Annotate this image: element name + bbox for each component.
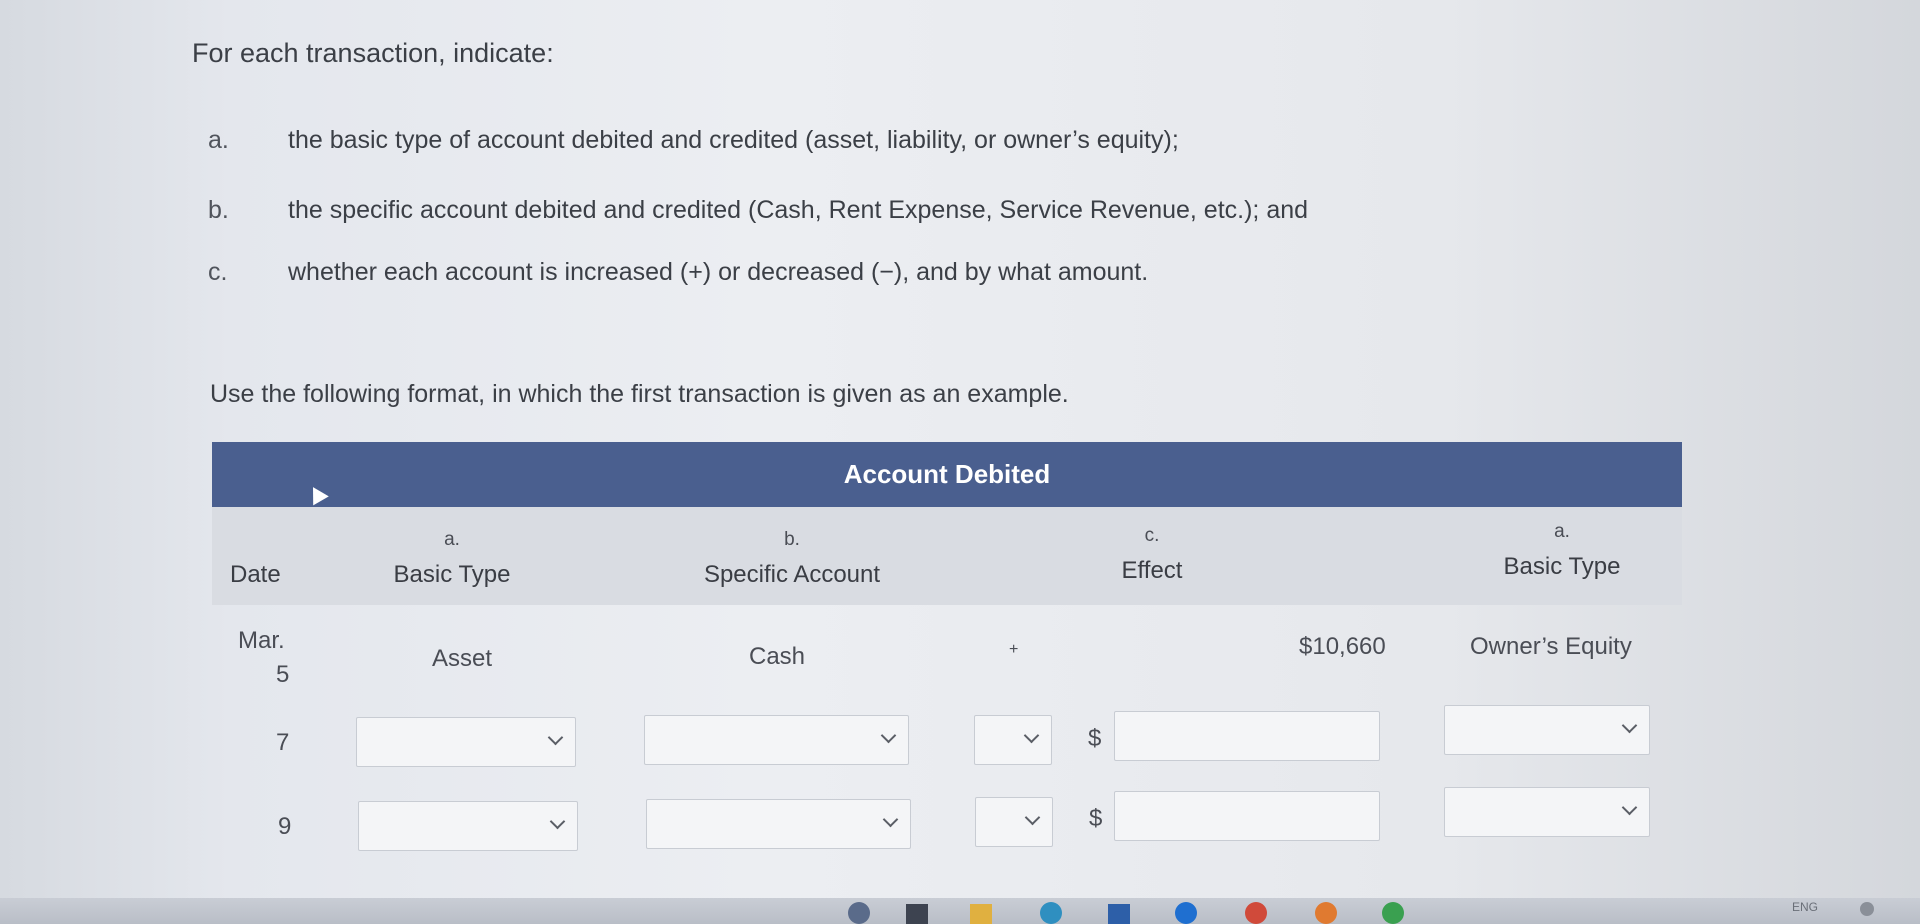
row-date: 7 [276,729,290,756]
date-header-label: Date [230,561,281,588]
tray-language[interactable]: ENG [1792,900,1818,914]
specific-account-header-label: Specific Account [703,561,881,588]
example-date-month: Mar. [238,627,285,654]
instruction-text: the specific account debited and credite… [288,196,1309,224]
chevron-down-icon [547,729,564,746]
amount-input[interactable] [1114,711,1380,761]
chrome-icon[interactable] [1245,902,1267,924]
example-sign: + [1009,641,1019,658]
instruction-text: the basic type of account debited and cr… [288,126,1179,154]
dollar-sign: $ [1089,805,1103,832]
group-header-label: Account Debited [843,459,1051,489]
taskbar-app-icon[interactable] [1108,904,1130,924]
column-letter: a. [1554,521,1570,542]
date-column-header: Date [230,561,281,589]
taskbar-app-icon[interactable] [1382,902,1404,924]
wifi-icon[interactable] [1860,902,1874,916]
instruction-letter: c. [208,258,228,286]
credit-basic-type-header-label: Basic Type [1503,553,1621,580]
example-specific-account: Cash [749,643,806,670]
account-debited-header: Account Debited [212,442,1682,507]
instruction-item-a: a. the basic type of account debited and… [208,126,1179,155]
effect-column-header: c. Effect [1092,525,1212,585]
instruction-text: whether each account is increased (+) or… [288,258,1149,286]
example-amount: $10,660 [1299,633,1386,660]
instruction-letter: a. [208,126,229,154]
taskbar-app-icon[interactable] [1315,902,1337,924]
instructions-title: For each transaction, indicate: [192,38,554,68]
specific-account-select[interactable] [646,799,911,849]
chevron-down-icon [1023,727,1040,744]
example-date-day: 5 [276,661,290,688]
specific-account-column-header: b. Specific Account [672,529,912,589]
dollar-sign: $ [1088,725,1102,752]
assignment-page: For each transaction, indicate: a. the b… [0,0,1920,924]
folder-icon[interactable] [970,904,992,924]
column-letter: a. [444,529,460,550]
basic-type-header-label: Basic Type [393,561,511,588]
basic-type-column-header: a. Basic Type [382,529,522,589]
column-letter: b. [784,529,800,550]
credit-basic-type-select[interactable] [1444,787,1650,837]
chevron-down-icon [1621,799,1638,816]
format-note: Use the following format, in which the f… [210,380,1069,408]
chevron-down-icon [549,813,566,830]
instruction-letter: b. [208,196,229,224]
effect-sign-select[interactable] [975,797,1053,847]
instruction-item-b: b. the specific account debited and cred… [208,196,1308,225]
specific-account-select[interactable] [644,715,909,765]
taskbar-app-icon[interactable] [906,904,928,924]
taskbar: ENG [0,898,1920,924]
mouse-cursor-icon [305,482,329,506]
chevron-down-icon [882,811,899,828]
amount-input[interactable] [1114,791,1380,841]
effect-sign-select[interactable] [974,715,1052,765]
column-header-row: Date a. Basic Type b. Specific Account c… [212,507,1682,605]
chevron-down-icon [1621,717,1638,734]
instruction-item-c: c. whether each account is increased (+)… [208,258,1148,287]
credit-basic-type-select[interactable] [1444,705,1650,755]
transaction-table: Account Debited Date a. Basic Type b. Sp… [212,442,1682,905]
browser-icon[interactable] [1040,902,1062,924]
taskbar-app-icon[interactable] [1175,902,1197,924]
table-body: Mar. 5 Asset Cash + $10,660 Owner’s Equi… [212,605,1682,905]
example-basic-type: Asset [432,645,493,672]
chevron-down-icon [880,727,897,744]
chevron-down-icon [1024,809,1041,826]
credit-basic-type-column-header: a. Basic Type [1482,521,1642,581]
example-credit-type: Owner’s Equity [1470,633,1632,660]
effect-header-label: Effect [1121,557,1183,584]
column-letter: c. [1144,525,1160,546]
basic-type-select[interactable] [356,717,576,767]
basic-type-select[interactable] [358,801,578,851]
row-date: 9 [278,813,292,840]
taskbar-app-icon[interactable] [848,902,870,924]
